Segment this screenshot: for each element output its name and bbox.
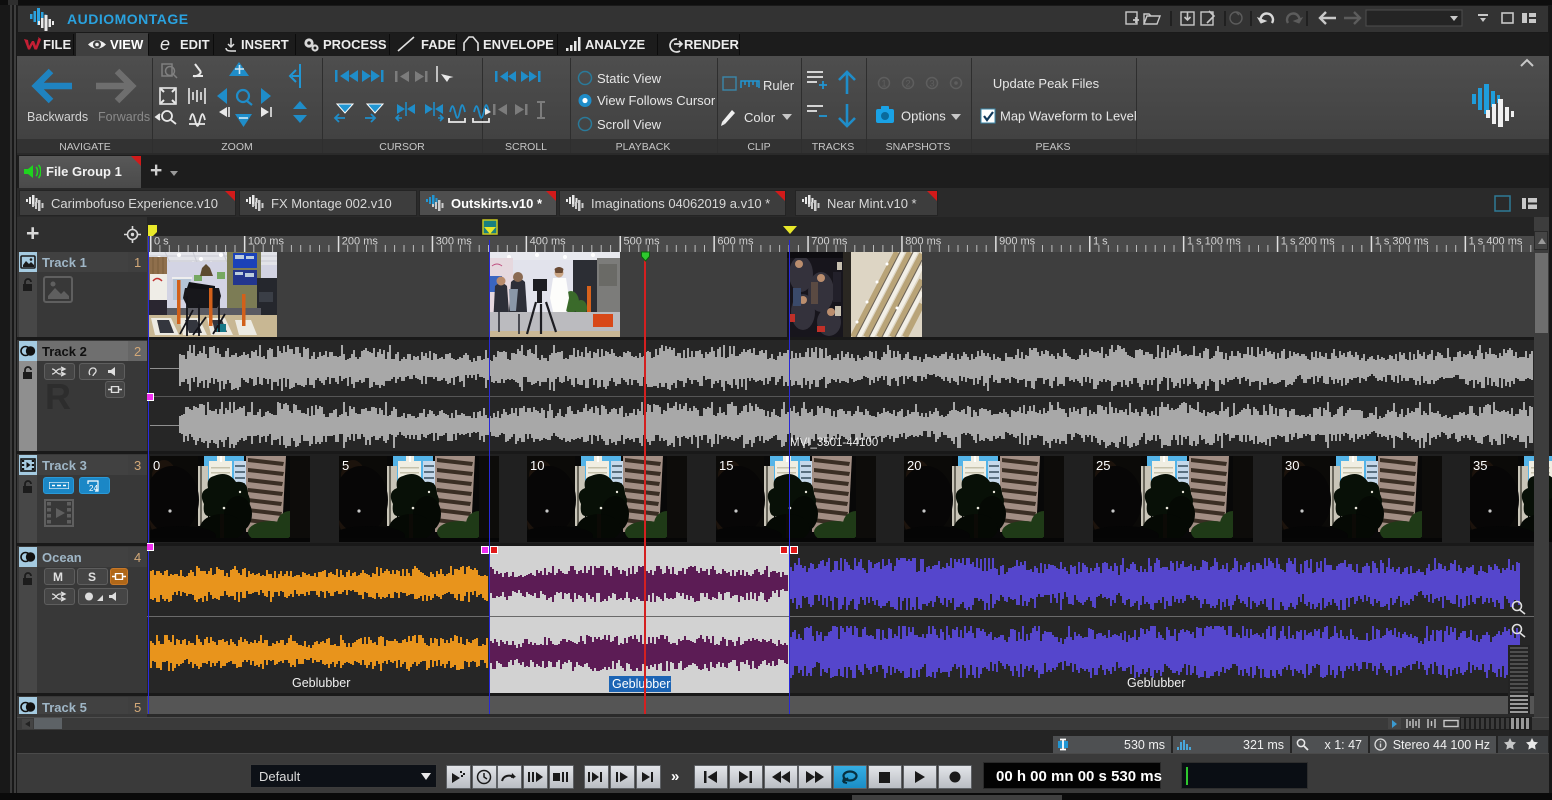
svg-text:20: 20: [907, 458, 921, 473]
svg-text:5: 5: [342, 458, 349, 473]
svg-text:0: 0: [153, 458, 160, 473]
svg-text:30: 30: [1285, 458, 1299, 473]
svg-text:25: 25: [1096, 458, 1110, 473]
svg-text:35: 35: [1473, 458, 1487, 473]
svg-text:15: 15: [719, 458, 733, 473]
svg-text:24: 24: [89, 484, 98, 492]
svg-text:10: 10: [530, 458, 544, 473]
